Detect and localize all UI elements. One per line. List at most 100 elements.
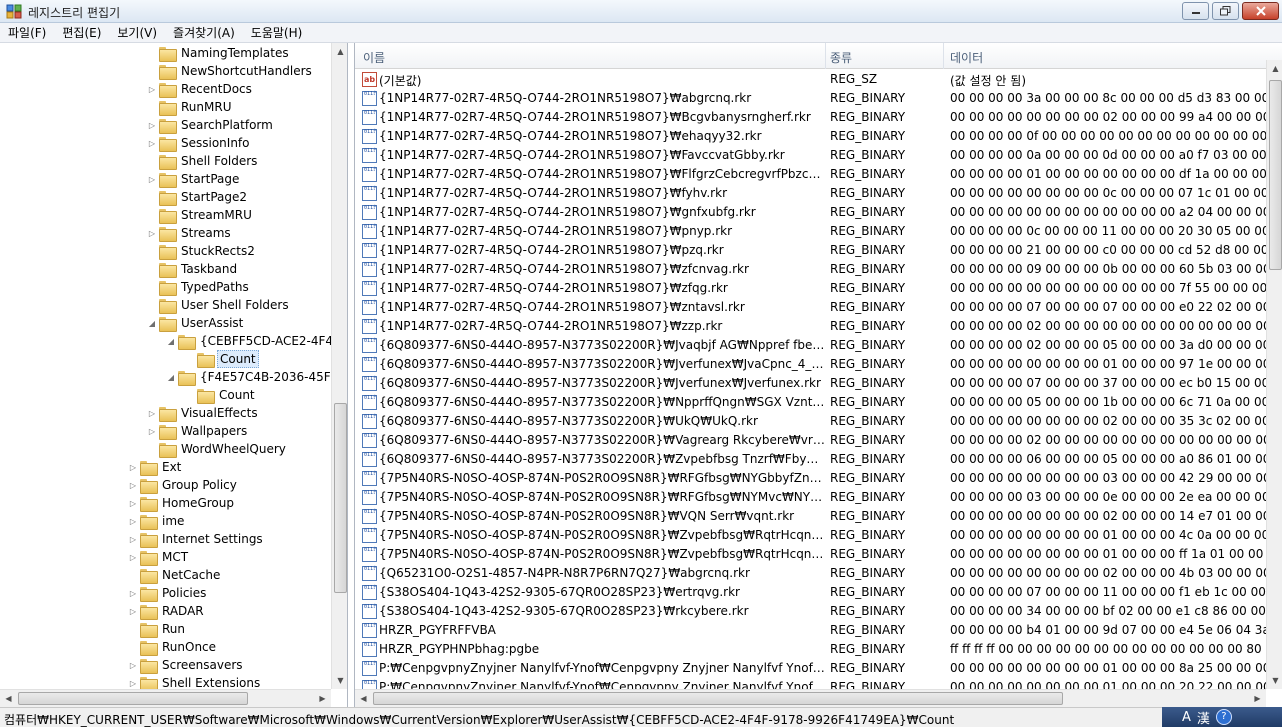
menu-edit[interactable]: 편집(E) (54, 24, 109, 41)
scroll-left-icon[interactable]: ◀ (0, 690, 17, 707)
registry-value-row[interactable]: {1NP14R77-02R7-4R5Q-O744-2RO1NR5198O7}₩F… (355, 146, 1266, 165)
input-mode-indicator[interactable]: A (1182, 710, 1191, 725)
scroll-right-icon[interactable]: ▶ (1249, 690, 1266, 707)
hanja-button[interactable]: 漢 (1197, 708, 1210, 727)
tree-node[interactable]: ▷ Group Policy (128, 476, 239, 494)
expand-arrow-icon[interactable]: ▷ (128, 481, 138, 490)
registry-value-row[interactable]: {1NP14R77-02R7-4R5Q-O744-2RO1NR5198O7}₩p… (355, 241, 1266, 260)
tree-hscroll-thumb[interactable] (18, 692, 248, 705)
tree-node[interactable]: ▷ RADAR (128, 602, 206, 620)
menu-view[interactable]: 보기(V) (109, 24, 165, 41)
collapse-arrow-icon[interactable]: ◢ (166, 337, 176, 346)
registry-value-row[interactable]: {7P5N40RS-N0SO-4OSP-874N-P0S2R0O9SN8R}₩Z… (355, 545, 1266, 564)
menu-favorites[interactable]: 즐겨찾기(A) (165, 24, 243, 41)
tree-vertical-scrollbar[interactable]: ▲ ▼ (331, 43, 347, 689)
tree-node[interactable]: ▷ MCT (128, 548, 190, 566)
close-button[interactable] (1242, 2, 1279, 20)
column-data[interactable]: 데이터 (950, 49, 983, 66)
registry-value-row[interactable]: {6Q809377-6NS0-444O-8957-N3773S02200R}₩J… (355, 374, 1266, 393)
registry-value-row[interactable]: {7P5N40RS-N0SO-4OSP-874N-P0S2R0O9SN8R}₩V… (355, 507, 1266, 526)
tree-node[interactable]: ▷ SessionInfo (147, 134, 252, 152)
tree-node[interactable]: ▷ HomeGroup (128, 494, 236, 512)
registry-value-row[interactable]: {1NP14R77-02R7-4R5Q-O744-2RO1NR5198O7}₩z… (355, 317, 1266, 336)
registry-value-row[interactable]: {1NP14R77-02R7-4R5Q-O744-2RO1NR5198O7}₩F… (355, 165, 1266, 184)
tree-node[interactable]: StartPage2 (147, 188, 249, 206)
registry-value-row[interactable]: P:₩CenpgvpnyZnyjner Nanylfvf-Ynof₩Cenpgv… (355, 678, 1266, 689)
expand-arrow-icon[interactable]: ▷ (128, 463, 138, 472)
tree-node[interactable]: User Shell Folders (147, 296, 291, 314)
registry-value-row[interactable]: {S38OS404-1Q43-42S2-9305-67QR0O28SP23}₩e… (355, 583, 1266, 602)
expand-arrow-icon[interactable]: ▷ (128, 553, 138, 562)
menu-help[interactable]: 도움말(H) (243, 24, 311, 41)
tree-node[interactable]: ▷ ime (128, 512, 186, 530)
registry-value-row[interactable]: {7P5N40RS-N0SO-4OSP-874N-P0S2R0O9SN8R}₩R… (355, 469, 1266, 488)
registry-value-row[interactable]: {7P5N40RS-N0SO-4OSP-874N-P0S2R0O9SN8R}₩Z… (355, 526, 1266, 545)
tree-node[interactable]: ◢ {F4E57C4B-2036-45F0-A (166, 368, 333, 386)
registry-value-row[interactable]: {6Q809377-6NS0-444O-8957-N3773S02200R}₩N… (355, 393, 1266, 412)
registry-value-row[interactable]: {6Q809377-6NS0-444O-8957-N3773S02200R}₩J… (355, 336, 1266, 355)
registry-value-row[interactable]: {1NP14R77-02R7-4R5Q-O744-2RO1NR5198O7}₩e… (355, 127, 1266, 146)
scroll-up-icon[interactable]: ▲ (332, 43, 347, 60)
tree-node[interactable]: ▷ Wallpapers (147, 422, 249, 440)
tree-node[interactable]: ▷ Streams (147, 224, 233, 242)
tree-node[interactable]: RunMRU (147, 98, 233, 116)
tree-node[interactable]: WordWheelQuery (147, 440, 288, 458)
tree-horizontal-scrollbar[interactable]: ◀ ▶ (0, 689, 331, 707)
expand-arrow-icon[interactable]: ▷ (128, 607, 138, 616)
tree-node[interactable]: ▷ Internet Settings (128, 530, 265, 548)
registry-value-row[interactable]: {1NP14R77-02R7-4R5Q-O744-2RO1NR5198O7}₩g… (355, 203, 1266, 222)
tree-node[interactable]: Taskband (147, 260, 239, 278)
help-icon[interactable]: ? (1215, 709, 1232, 725)
registry-value-row[interactable]: P:₩CenpgvpnyZnyjner Nanylfvf-Ynof₩Cenpgv… (355, 659, 1266, 678)
tree-node[interactable]: ▷ Screensavers (128, 656, 245, 674)
registry-value-row[interactable]: {6Q809377-6NS0-444O-8957-N3773S02200R}₩U… (355, 412, 1266, 431)
tree-node[interactable]: NamingTemplates (147, 44, 291, 62)
expand-arrow-icon[interactable]: ▷ (147, 409, 157, 418)
tree-node[interactable]: NetCache (128, 566, 222, 584)
expand-arrow-icon[interactable]: ▷ (147, 85, 157, 94)
expand-arrow-icon[interactable]: ▷ (147, 175, 157, 184)
registry-value-row[interactable]: {6Q809377-6NS0-444O-8957-N3773S02200R}₩Z… (355, 450, 1266, 469)
scroll-down-icon[interactable]: ▼ (1267, 672, 1282, 689)
tree-node[interactable]: Shell Folders (147, 152, 259, 170)
registry-value-row[interactable]: {1NP14R77-02R7-4R5Q-O744-2RO1NR5198O7}₩B… (355, 108, 1266, 127)
tree-scroll-thumb[interactable] (334, 403, 347, 593)
expand-arrow-icon[interactable]: ▷ (147, 427, 157, 436)
registry-value-row[interactable]: {Q65231O0-O2S1-4857-N4PR-N8R7P6RN7Q27}₩a… (355, 564, 1266, 583)
registry-value-row[interactable]: {6Q809377-6NS0-444O-8957-N3773S02200R}₩J… (355, 355, 1266, 374)
list-scroll-thumb[interactable] (1269, 80, 1282, 270)
column-divider[interactable] (825, 43, 826, 69)
tree-node[interactable]: ▷ RecentDocs (147, 80, 254, 98)
registry-value-row[interactable]: {1NP14R77-02R7-4R5Q-O744-2RO1NR5198O7}₩a… (355, 89, 1266, 108)
tree-node[interactable]: ▷ Shell Extensions (128, 674, 262, 689)
scroll-down-icon[interactable]: ▼ (332, 672, 347, 689)
registry-value-row[interactable]: {1NP14R77-02R7-4R5Q-O744-2RO1NR5198O7}₩p… (355, 222, 1266, 241)
tree-node[interactable]: Count (185, 350, 259, 368)
registry-value-row[interactable]: {1NP14R77-02R7-4R5Q-O744-2RO1NR5198O7}₩z… (355, 279, 1266, 298)
registry-value-row[interactable]: {1NP14R77-02R7-4R5Q-O744-2RO1NR5198O7}₩z… (355, 260, 1266, 279)
scroll-right-icon[interactable]: ▶ (314, 690, 331, 707)
restore-button[interactable] (1212, 2, 1239, 20)
tree-node[interactable]: Count (185, 386, 257, 404)
tree-node[interactable]: ▷ VisualEffects (147, 404, 260, 422)
registry-value-row[interactable]: HRZR_PGYFRFFVBA REG_BINARY 00 00 00 00 b4 … (355, 621, 1266, 640)
tree-node[interactable]: ◢ UserAssist (147, 314, 245, 332)
expand-arrow-icon[interactable]: ▷ (128, 517, 138, 526)
list-hscroll-thumb[interactable] (373, 692, 1063, 705)
expand-arrow-icon[interactable]: ▷ (128, 661, 138, 670)
expand-arrow-icon[interactable]: ▷ (147, 139, 157, 148)
expand-arrow-icon[interactable]: ▷ (147, 229, 157, 238)
list-vertical-scrollbar[interactable]: ▲ ▼ (1266, 60, 1282, 689)
tree-node[interactable]: StuckRects2 (147, 242, 257, 260)
expand-arrow-icon[interactable]: ▷ (128, 679, 138, 688)
collapse-arrow-icon[interactable]: ◢ (166, 373, 176, 382)
column-type[interactable]: 종류 (830, 49, 852, 66)
registry-value-row[interactable]: {1NP14R77-02R7-4R5Q-O744-2RO1NR5198O7}₩z… (355, 298, 1266, 317)
tree-node[interactable]: ▷ StartPage (147, 170, 241, 188)
registry-value-row[interactable]: HRZR_PGYPHNPbhag:pgbe REG_BINARY ff ff ff … (355, 640, 1266, 659)
registry-value-row[interactable]: {6Q809377-6NS0-444O-8957-N3773S02200R}₩V… (355, 431, 1266, 450)
expand-arrow-icon[interactable]: ▷ (128, 535, 138, 544)
tree-node[interactable]: ◢ {CEBFF5CD-ACE2-4F4F-9 (166, 332, 333, 350)
tree-node[interactable]: TypedPaths (147, 278, 251, 296)
collapse-arrow-icon[interactable]: ◢ (147, 319, 157, 328)
